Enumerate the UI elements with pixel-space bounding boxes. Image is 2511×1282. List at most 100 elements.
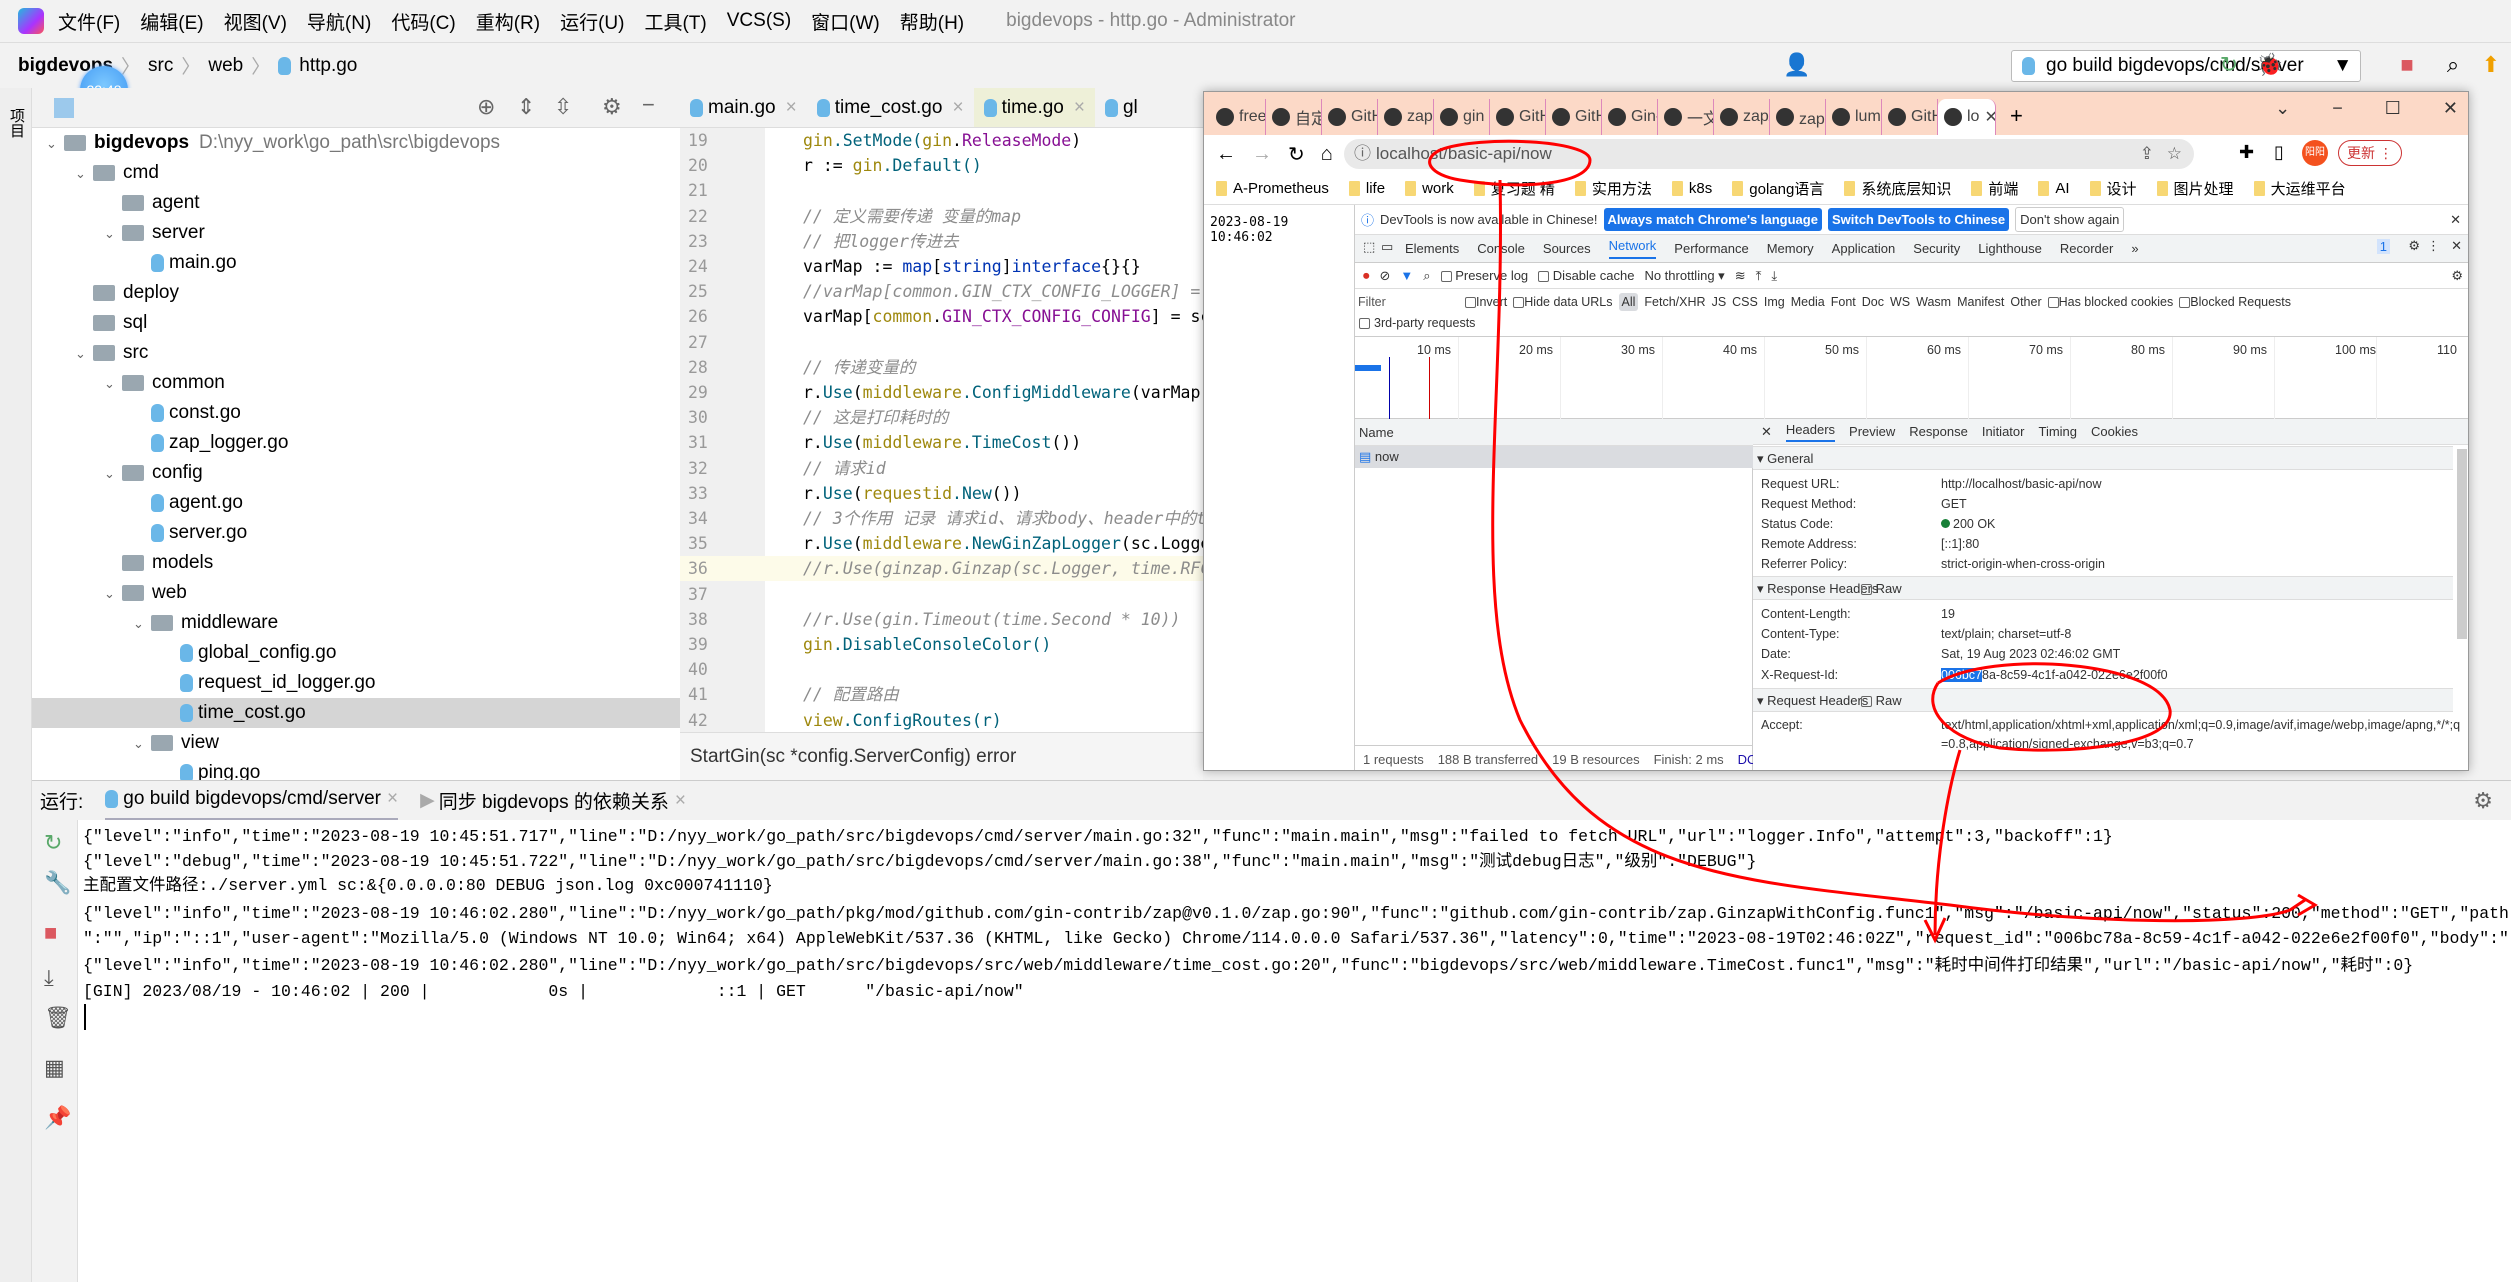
bookmark-folder[interactable]: 图片处理 xyxy=(2156,178,2234,199)
tree-item-server-go[interactable]: server.go xyxy=(32,518,680,548)
search-icon[interactable]: ⌕ xyxy=(1423,268,1430,284)
tree-item-models[interactable]: models xyxy=(32,548,680,578)
close-icon[interactable]: × xyxy=(387,788,398,810)
menu-navigate[interactable]: 导航(N) xyxy=(307,8,371,35)
record-icon[interactable]: ⏺ xyxy=(1363,268,1370,284)
tab-time-go[interactable]: time.go × xyxy=(973,88,1095,127)
more-icon[interactable]: ⋮ xyxy=(2427,238,2440,254)
tree-item-cmd[interactable]: ⌄ cmd xyxy=(32,158,680,188)
selected-text[interactable]: 006bc7 xyxy=(1941,668,1983,682)
address-bar[interactable]: ⓘ localhost/basic-api/now ⇪ ☆ xyxy=(1344,139,2194,169)
menu-window[interactable]: 窗口(W) xyxy=(811,8,880,35)
browser-tab[interactable]: zap p xyxy=(1378,99,1434,135)
devtools-tab-elements[interactable]: Elements xyxy=(1405,241,1459,256)
menu-code[interactable]: 代码(C) xyxy=(391,8,455,35)
close-icon[interactable]: × xyxy=(1074,97,1085,119)
raw-checkbox[interactable]: Raw xyxy=(1876,581,1902,596)
stop-icon[interactable]: ■ xyxy=(2394,52,2420,78)
scroll-end-icon[interactable]: ⤓ xyxy=(44,965,54,991)
detail-tab-initiator[interactable]: Initiator xyxy=(1982,424,2025,439)
tree-item-sql[interactable]: sql xyxy=(32,308,680,338)
chevron-down-icon[interactable]: ⌄ xyxy=(104,219,122,249)
devtools-tab-security[interactable]: Security xyxy=(1913,241,1960,256)
chevron-down-icon[interactable]: ⌄ xyxy=(46,129,64,159)
browser-tab[interactable]: zap/F xyxy=(1714,99,1770,135)
tab-main-go[interactable]: main.go × xyxy=(680,88,807,127)
rerun-icon[interactable]: ↻ xyxy=(44,830,62,856)
extension-icon[interactable]: ✚ xyxy=(2239,142,2254,163)
settings-icon[interactable]: ⚙ xyxy=(2408,238,2420,254)
user-icon[interactable]: 👤 xyxy=(1783,52,1810,78)
run-tab-server[interactable]: go build bigdevops/cmd/server × xyxy=(105,781,399,821)
collapse-all-icon[interactable]: ⇳ xyxy=(554,94,572,120)
menu-edit[interactable]: 编辑(E) xyxy=(140,8,203,35)
menu-refactor[interactable]: 重构(R) xyxy=(476,8,540,35)
request-headers-section[interactable]: ▾ Request Headers Raw xyxy=(1753,688,2453,712)
browser-tab[interactable]: 自定义 xyxy=(1266,99,1322,135)
bookmark-folder[interactable]: 前端 xyxy=(1971,178,2018,199)
project-tool-button[interactable]: 项目 xyxy=(6,108,27,138)
inspect-icon[interactable]: ⬚ xyxy=(1363,239,1375,255)
locate-icon[interactable]: ⊕ xyxy=(477,94,495,120)
tab-search-icon[interactable]: ⌄ xyxy=(2275,98,2290,119)
switch-chinese-button[interactable]: Switch DevTools to Chinese xyxy=(1827,208,2010,231)
wrench-icon[interactable]: 🔧 xyxy=(44,870,71,896)
invert-checkbox[interactable]: Invert xyxy=(1465,295,1507,309)
tree-item-src[interactable]: ⌄ src xyxy=(32,338,680,368)
tree-item-web[interactable]: ⌄ web xyxy=(32,578,680,608)
filter-type-manifest[interactable]: Manifest xyxy=(1957,295,2004,309)
export-har-icon[interactable]: ⤓ xyxy=(1771,268,1777,284)
filter-type-wasm[interactable]: Wasm xyxy=(1916,295,1951,309)
dont-show-again-button[interactable]: Don't show again xyxy=(2015,207,2125,232)
devtools-tab-memory[interactable]: Memory xyxy=(1767,241,1814,256)
run-tab-sync[interactable]: ▶ 同步 bigdevops 的依赖关系 × xyxy=(420,787,686,814)
devtools-tab-lighthouse[interactable]: Lighthouse xyxy=(1978,241,2042,256)
trash-icon[interactable]: 🗑 xyxy=(44,1005,72,1031)
chevron-down-icon[interactable]: ⌄ xyxy=(104,459,122,489)
browser-tab[interactable]: free.t xyxy=(1210,99,1266,135)
browser-tab[interactable]: GitHu xyxy=(1322,99,1378,135)
tree-item-agent-go[interactable]: agent.go xyxy=(32,488,680,518)
close-icon[interactable]: ✕ xyxy=(2451,238,2462,254)
filter-type-js[interactable]: JS xyxy=(1712,295,1727,309)
tree-item-bigdevops[interactable]: ⌄ bigdevops D:\nyy_work\go_path\src\bigdev… xyxy=(32,128,680,158)
filter-input[interactable] xyxy=(1355,292,1455,312)
network-settings-icon[interactable]: ⚙ xyxy=(2451,268,2463,284)
bookmark-folder[interactable]: 复习题 精 xyxy=(1473,178,1555,199)
bookmark-folder[interactable]: 大运维平台 xyxy=(2253,178,2346,199)
bookmark-folder[interactable]: A-Prometheus xyxy=(1216,180,1329,197)
reload-icon[interactable]: ↻ xyxy=(1288,142,1305,167)
tree-item-const-go[interactable]: const.go xyxy=(32,398,680,428)
devtools-tab-sources[interactable]: Sources xyxy=(1543,241,1591,256)
browser-tab[interactable]: lo✕ xyxy=(1938,99,1996,135)
bookmark-folder[interactable]: work xyxy=(1405,180,1454,197)
breadcrumb-web[interactable]: web xyxy=(208,55,243,77)
tree-item-main-go[interactable]: main.go xyxy=(32,248,680,278)
bookmark-folder[interactable]: AI xyxy=(2038,180,2070,197)
menu-tools[interactable]: 工具(T) xyxy=(644,8,706,35)
scrollbar[interactable] xyxy=(2457,449,2467,639)
breadcrumb-src[interactable]: src xyxy=(148,55,173,77)
gear-icon[interactable]: ⚙ xyxy=(2473,788,2493,814)
detail-tab-preview[interactable]: Preview xyxy=(1849,424,1895,439)
third-party-checkbox[interactable]: 3rd-party requests xyxy=(1359,316,1475,330)
search-icon[interactable]: ⌕ xyxy=(2440,52,2466,78)
breadcrumb-file[interactable]: http.go xyxy=(299,55,357,77)
site-info-icon[interactable]: ⓘ xyxy=(1354,139,1371,169)
maximize-icon[interactable]: ☐ xyxy=(2385,98,2401,119)
chevron-down-icon[interactable]: ⌄ xyxy=(104,369,122,399)
devtools-tab-[interactable]: » xyxy=(2131,241,2138,256)
filter-type-font[interactable]: Font xyxy=(1831,295,1856,309)
browser-tab[interactable]: Gin-C xyxy=(1602,99,1658,135)
close-icon[interactable]: ✕ xyxy=(2450,212,2461,228)
throttling-select[interactable]: No throttling ▾ xyxy=(1644,268,1724,284)
close-icon[interactable]: × xyxy=(675,790,686,812)
home-icon[interactable]: ⌂ xyxy=(1321,143,1333,166)
forward-icon[interactable]: → xyxy=(1252,143,1272,166)
raw-checkbox[interactable]: Raw xyxy=(1876,693,1902,708)
chevron-down-icon[interactable]: ⌄ xyxy=(75,339,93,369)
minimize-icon[interactable]: − xyxy=(2332,98,2343,119)
close-icon[interactable]: ✕ xyxy=(1984,107,1995,127)
filter-type-css[interactable]: CSS xyxy=(1732,295,1758,309)
filter-type-ws[interactable]: WS xyxy=(1890,295,1910,309)
